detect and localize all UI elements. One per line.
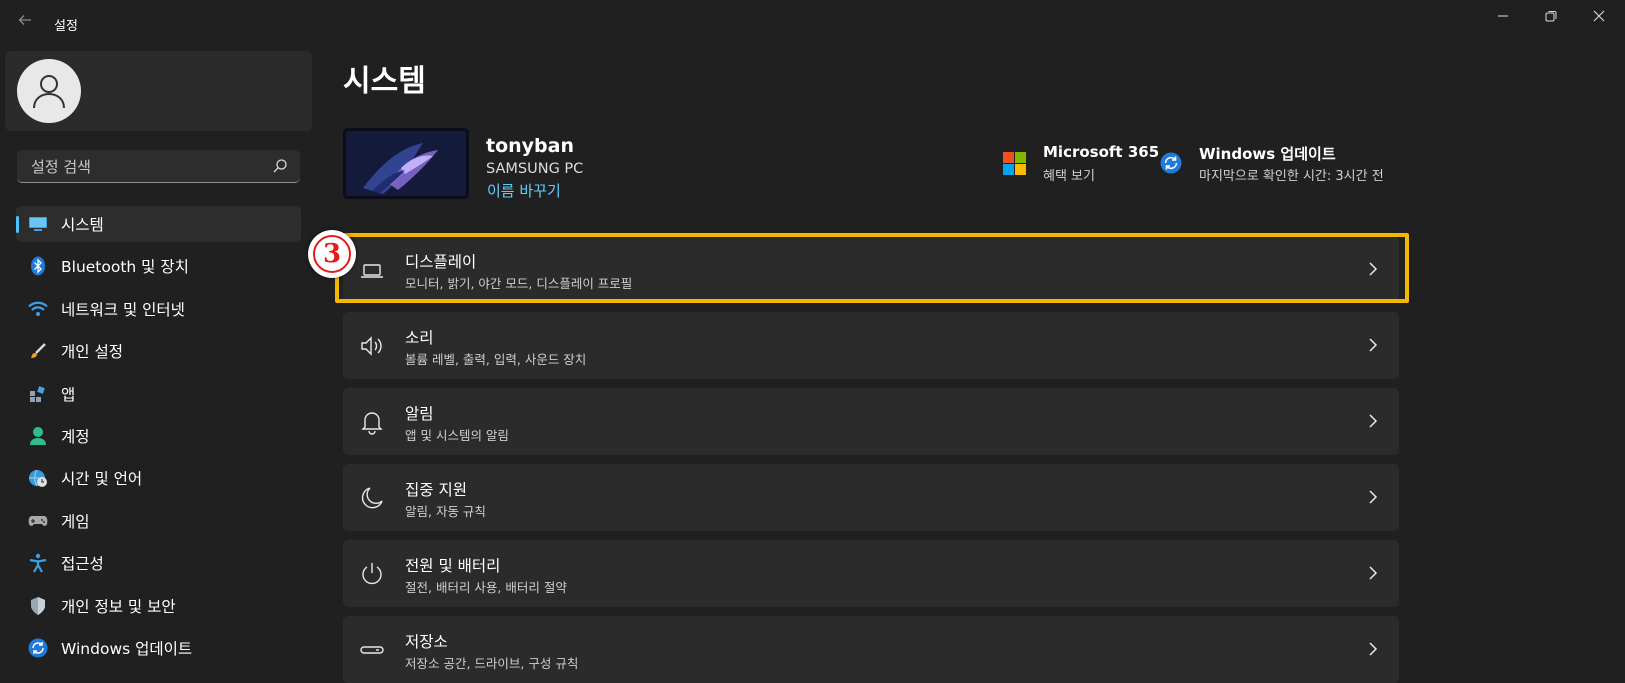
power-icon xyxy=(362,563,382,585)
bell-icon xyxy=(361,412,383,435)
sidebar-item-time-language[interactable]: 시간 및 언어 xyxy=(16,460,301,496)
sidebar-item-system[interactable]: 시스템 xyxy=(16,206,301,242)
system-monitor-icon xyxy=(27,213,49,235)
moon-icon xyxy=(361,487,383,509)
globe-clock-icon xyxy=(27,467,49,489)
step-number-badge: 3 xyxy=(308,230,356,278)
sidebar-item-accounts[interactable]: 계정 xyxy=(16,418,301,454)
page-title: 시스템 xyxy=(343,64,426,99)
card-subtitle: 볼륨 레벨, 출력, 입력, 사운드 장치 xyxy=(405,352,587,367)
sidebar-item-label: 네트워크 및 인터넷 xyxy=(61,300,185,319)
sidebar-nav: 시스템 Bluetooth 및 장치 네트워크 및 인터넷 개인 설정 앱 계정 xyxy=(16,206,301,672)
card-subtitle: 알림, 자동 규칙 xyxy=(405,504,486,519)
sidebar-item-label: 접근성 xyxy=(61,555,104,574)
sidebar-item-gaming[interactable]: 게임 xyxy=(16,503,301,539)
windows-update-subtitle: 마지막으로 확인한 시간: 3시간 전 xyxy=(1199,169,1384,184)
paintbrush-icon xyxy=(27,340,49,362)
back-arrow-icon[interactable] xyxy=(14,12,36,34)
card-title: 저장소 xyxy=(405,633,448,651)
avatar[interactable] xyxy=(17,59,81,123)
storage-drive-icon xyxy=(360,646,384,654)
sidebar-item-label: 시스템 xyxy=(61,216,104,234)
card-subtitle: 저장소 공간, 드라이브, 구성 규칙 xyxy=(405,656,579,671)
wifi-icon xyxy=(27,298,49,320)
device-model: SAMSUNG PC xyxy=(486,161,584,177)
sidebar-item-apps[interactable]: 앱 xyxy=(16,376,301,412)
microsoft-365-subtitle: 혜택 보기 xyxy=(1043,169,1095,184)
highlight-box xyxy=(335,233,1409,303)
sidebar-item-bluetooth[interactable]: Bluetooth 및 장치 xyxy=(16,248,301,284)
chevron-right-icon xyxy=(1369,490,1378,504)
search-input[interactable] xyxy=(29,150,263,184)
chevron-right-icon xyxy=(1369,642,1378,656)
account-icon xyxy=(27,425,49,447)
card-subtitle: 앱 및 시스템의 알림 xyxy=(405,428,509,443)
search-icon[interactable] xyxy=(272,158,288,174)
card-title: 소리 xyxy=(405,329,434,347)
chevron-right-icon xyxy=(1369,414,1378,428)
chevron-right-icon xyxy=(1369,566,1378,580)
windows-update-icon[interactable] xyxy=(1160,152,1182,174)
step-number: 3 xyxy=(313,235,351,273)
windows-update-icon xyxy=(27,637,49,659)
windows-update-title[interactable]: Windows 업데이트 xyxy=(1199,143,1336,164)
device-name: tonyban xyxy=(486,135,574,157)
accessibility-icon xyxy=(27,552,49,574)
sidebar-item-label: 계정 xyxy=(61,427,90,446)
card-power-battery[interactable]: 전원 및 배터리 절전, 배터리 사용, 배터리 절약 xyxy=(343,540,1399,607)
sidebar-item-privacy[interactable]: 개인 정보 및 보안 xyxy=(16,588,301,624)
card-sound[interactable]: 소리 볼륨 레벨, 출력, 입력, 사운드 장치 xyxy=(343,312,1399,379)
microsoft-logo-icon[interactable] xyxy=(1003,152,1026,175)
card-title: 집중 지원 xyxy=(405,481,467,499)
person-icon xyxy=(33,75,65,109)
sidebar-item-windows-update[interactable]: Windows 업데이트 xyxy=(16,630,301,666)
gamepad-icon xyxy=(27,510,49,532)
device-wallpaper-thumbnail xyxy=(343,128,469,199)
minimize-button[interactable] xyxy=(1483,6,1523,28)
chevron-right-icon xyxy=(1369,338,1378,352)
bluetooth-icon xyxy=(27,255,49,277)
sidebar-item-label: 앱 xyxy=(61,385,76,404)
sidebar-item-label: Windows 업데이트 xyxy=(61,639,193,658)
card-focus-assist[interactable]: 집중 지원 알림, 자동 규칙 xyxy=(343,464,1399,531)
card-storage[interactable]: 저장소 저장소 공간, 드라이브, 구성 규칙 xyxy=(343,616,1399,683)
sidebar-item-network[interactable]: 네트워크 및 인터넷 xyxy=(16,291,301,327)
sidebar-item-label: 시간 및 언어 xyxy=(61,470,143,489)
user-profile-card[interactable] xyxy=(5,51,312,131)
speaker-icon xyxy=(361,336,382,356)
search-box[interactable] xyxy=(17,150,300,184)
sidebar-item-label: Bluetooth 및 장치 xyxy=(61,258,189,277)
sidebar-item-accessibility[interactable]: 접근성 xyxy=(16,545,301,581)
close-button[interactable] xyxy=(1579,6,1619,28)
app-title: 설정 xyxy=(54,19,78,34)
shield-icon xyxy=(27,595,49,617)
restore-button[interactable] xyxy=(1531,6,1571,28)
title-bar: 설정 xyxy=(0,0,1625,48)
card-subtitle: 절전, 배터리 사용, 배터리 절약 xyxy=(405,580,567,595)
rename-link[interactable]: 이름 바꾸기 xyxy=(487,180,561,201)
sidebar-item-label: 개인 설정 xyxy=(61,343,123,362)
sidebar-item-personalization[interactable]: 개인 설정 xyxy=(16,333,301,369)
microsoft-365-title[interactable]: Microsoft 365 xyxy=(1043,143,1159,161)
sidebar-item-label: 개인 정보 및 보안 xyxy=(61,597,176,616)
card-title: 전원 및 배터리 xyxy=(405,557,501,575)
card-title: 알림 xyxy=(405,405,434,423)
card-notifications[interactable]: 알림 앱 및 시스템의 알림 xyxy=(343,388,1399,455)
apps-icon xyxy=(27,383,49,405)
sidebar-item-label: 게임 xyxy=(61,512,90,531)
